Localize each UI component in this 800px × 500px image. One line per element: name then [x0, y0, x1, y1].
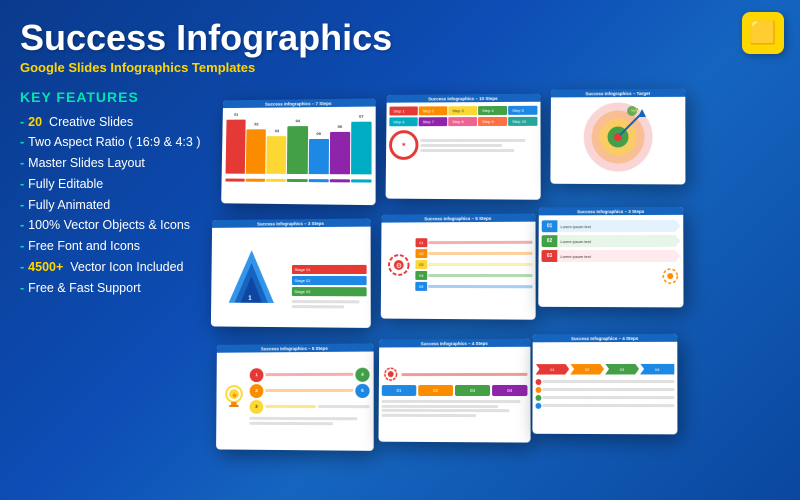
feature-label-5: Fully Animated [28, 196, 110, 215]
slide-inner-9: Success Infographics – 4 Steps 01 02 03 … [532, 333, 677, 434]
feature-label-2: Two Aspect Ratio ( 16:9 & 4:3 ) [28, 133, 200, 152]
slide-inner-5: Success Infographics – 5 Steps ⚙ 01 [381, 213, 536, 319]
feature-vector: - 100% Vector Objects & Icons [20, 216, 220, 235]
slide-label-8: Success Infographics – 4 Steps [379, 338, 530, 347]
dash-2: - [20, 133, 24, 152]
feature-vector-icon: - 4500+ Vector Icon Included [20, 258, 220, 277]
feature-support: - Free & Fast Support [20, 279, 220, 298]
slide-label-3: Success Infographics – Target [551, 88, 685, 97]
feature-free-font: - Free Font and Icons [20, 237, 220, 256]
trophy-icon-7: ★ [222, 384, 246, 408]
highlight-4500: 4500+ [28, 260, 63, 274]
slide-inner-3: Success Infographics – Target 🌱 [550, 88, 685, 184]
gear-icon-slide5: ⚙ [386, 251, 412, 277]
slide-inner-4: Success Infographics – 3 Steps 1 Stage [211, 218, 371, 327]
feature-editable: - Fully Editable [20, 175, 220, 194]
header: Success Infographics Google Slides Infog… [0, 0, 800, 81]
feature-master-slides: - Master Slides Layout [20, 154, 220, 173]
gear-svg-6 [660, 266, 680, 286]
slide-inner-2: Success Infographics – 10 Steps Step 1 S… [386, 93, 541, 199]
slide-preview-7[interactable]: Success Infographics – 5 Steps ★ [216, 343, 374, 450]
feature-label-3: Master Slides Layout [28, 154, 145, 173]
dash-6: - [20, 216, 24, 235]
slides-area: Success Infographics – 7 Steps 01 02 03 … [220, 89, 780, 499]
feature-label-7: Free Font and Icons [28, 237, 140, 256]
feature-label-1: 20 20 Creative Slides Creative Slides [28, 113, 133, 132]
google-slides-icon: 🟨 [742, 12, 784, 54]
dash-1: - [20, 113, 24, 132]
slide-preview-5[interactable]: Success Infographics – 5 Steps ⚙ 01 [381, 213, 536, 319]
feature-aspect-ratio: - Two Aspect Ratio ( 16:9 & 4:3 ) [20, 133, 220, 152]
dash-9: - [20, 279, 24, 298]
feature-label-8: 4500+ Vector Icon Included [28, 258, 183, 277]
main-title: Success Infographics [20, 18, 780, 58]
dash-3: - [20, 154, 24, 173]
pyramid-svg: 1 [227, 248, 277, 308]
slide-label-9: Success Infographics – 4 Steps [533, 333, 678, 342]
feature-creative-slides: - 20 20 Creative Slides Creative Slides [20, 113, 220, 132]
svg-text:★: ★ [231, 391, 238, 400]
subtitle-google: Google Slides [20, 60, 107, 75]
content-area: KEY FEATURES - 20 20 Creative Slides Cre… [0, 89, 800, 499]
subtitle-rest: Infographics Templates [110, 60, 255, 75]
slide-inner-6: Success Infographics – 3 Steps 01 Lorem … [538, 206, 683, 307]
dash-7: - [20, 237, 24, 256]
slide-label-6: Success Infographics – 3 Steps [539, 206, 683, 215]
target-svg: 🌱 [582, 101, 654, 173]
slide-preview-6[interactable]: Success Infographics – 3 Steps 01 Lorem … [538, 206, 683, 307]
slide-preview-3[interactable]: Success Infographics – Target 🌱 [550, 88, 685, 184]
features-panel: KEY FEATURES - 20 20 Creative Slides Cre… [20, 89, 220, 499]
feature-animated: - Fully Animated [20, 196, 220, 215]
dash-8: - [20, 258, 24, 277]
slide-inner-7: Success Infographics – 5 Steps ★ [216, 343, 374, 450]
subtitle: Google Slides Infographics Templates [20, 60, 780, 75]
slide-preview-9[interactable]: Success Infographics – 4 Steps 01 02 03 … [532, 333, 677, 434]
dash-5: - [20, 196, 24, 215]
slide-preview-1[interactable]: Success Infographics – 7 Steps 01 02 03 … [221, 98, 376, 205]
dash-4: - [20, 175, 24, 194]
svg-text:⚙: ⚙ [396, 261, 402, 269]
feature-label-9: Free & Fast Support [28, 279, 141, 298]
slide-inner-8: Success Infographics – 4 Steps 01 02 [379, 338, 531, 442]
slide-preview-8[interactable]: Success Infographics – 4 Steps 01 02 [379, 338, 531, 442]
feature-label-4: Fully Editable [28, 175, 103, 194]
slide-preview-4[interactable]: Success Infographics – 3 Steps 1 Stage [211, 218, 371, 327]
gear-icon-8 [382, 365, 400, 383]
highlight-20: 20 [28, 115, 42, 129]
slide-inner-1: Success Infographics – 7 Steps 01 02 03 … [221, 98, 376, 205]
key-features-title: KEY FEATURES [20, 89, 220, 105]
feature-label-6: 100% Vector Objects & Icons [28, 216, 190, 235]
slide-preview-2[interactable]: Success Infographics – 10 Steps Step 1 S… [386, 93, 541, 199]
